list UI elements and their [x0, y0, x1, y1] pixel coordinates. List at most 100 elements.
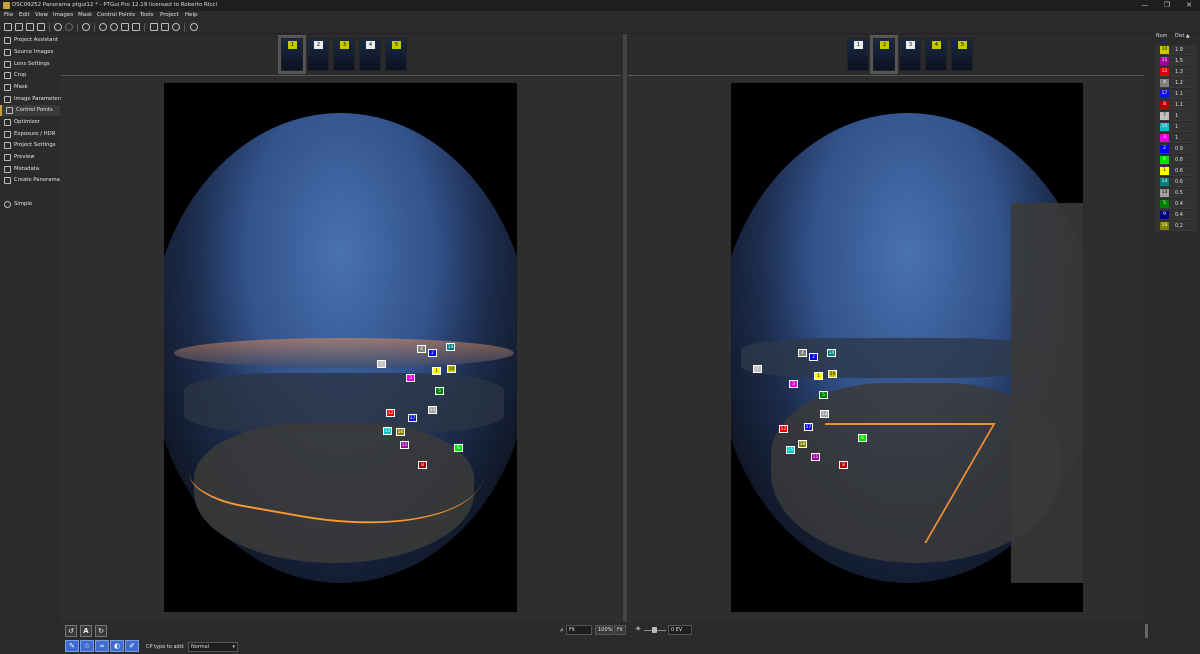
previous-image-icon[interactable]: [121, 23, 129, 31]
zoom-fit-button[interactable]: Fit: [614, 625, 626, 635]
cp-left-10[interactable]: 10: [447, 365, 456, 373]
panorama-editor-icon[interactable]: [150, 23, 158, 31]
right-thumb-3[interactable]: 3: [899, 38, 921, 71]
cp-right-11[interactable]: 11: [811, 453, 820, 461]
table-row[interactable]: 9 0.4: [1155, 210, 1197, 220]
exposure-slider-handle[interactable]: [652, 627, 657, 633]
left-thumb-1[interactable]: 1: [278, 35, 306, 74]
table-row[interactable]: 10 1.9: [1155, 45, 1197, 55]
cp-left-13[interactable]: 13: [428, 406, 437, 414]
cp-left-16[interactable]: 16: [396, 428, 405, 436]
menu-project[interactable]: Project: [160, 12, 179, 18]
left-thumb-2[interactable]: 2: [307, 38, 329, 71]
column-header-dist[interactable]: Dist ▲: [1175, 34, 1190, 42]
cp-left-11[interactable]: 11: [400, 441, 409, 449]
pick-icon[interactable]: ✐: [125, 640, 139, 652]
rotate-right-icon[interactable]: ↻: [95, 625, 107, 637]
menu-images[interactable]: Images: [53, 12, 73, 18]
save-icon[interactable]: [26, 23, 34, 31]
cp-right-5[interactable]: 5: [819, 391, 828, 399]
table-row[interactable]: 8 1.1: [1155, 100, 1197, 110]
cp-left-12[interactable]: 12: [386, 409, 395, 417]
cp-left-4[interactable]: 4: [417, 345, 426, 353]
cp-right-1[interactable]: 1: [814, 372, 823, 380]
menu-view[interactable]: View: [35, 12, 48, 18]
right-thumb-1[interactable]: 1: [847, 38, 869, 71]
star-icon[interactable]: ☆: [80, 640, 94, 652]
resize-grip[interactable]: [1145, 624, 1148, 638]
auto-text-icon[interactable]: A: [80, 625, 92, 637]
cp-right-3[interactable]: 3: [789, 380, 798, 388]
help-icon[interactable]: [190, 23, 198, 31]
table-row[interactable]: 2 0.9: [1155, 144, 1197, 154]
cp-left-8[interactable]: 8: [418, 461, 427, 469]
sidebar-item-optimizer[interactable]: Optimizer: [0, 117, 60, 128]
cp-type-select[interactable]: Normal ▾: [188, 642, 238, 652]
cp-left-2[interactable]: 2: [428, 349, 437, 357]
zoom-100-button[interactable]: 100%: [595, 625, 613, 635]
sidebar-item-lens-settings[interactable]: Lens Settings: [0, 59, 60, 70]
table-row[interactable]: 15 1: [1155, 122, 1197, 132]
menu-mask[interactable]: Mask: [78, 12, 92, 18]
close-button[interactable]: ✕: [1178, 0, 1200, 11]
maximize-button[interactable]: ❐: [1156, 0, 1178, 11]
sidebar-item-mask[interactable]: Mask: [0, 82, 60, 93]
rotate-left-icon[interactable]: ↺: [65, 625, 77, 637]
right-image-panel[interactable]: 1 2 3 4 5 4 2 14 7 1 10 3 5 13 12 17 15 …: [628, 34, 1144, 622]
cp-right-4[interactable]: 4: [798, 349, 807, 357]
table-icon[interactable]: [161, 23, 169, 31]
sidebar-item-metadata[interactable]: Metadata: [0, 164, 60, 175]
cp-right-2[interactable]: 2: [809, 353, 818, 361]
menu-help[interactable]: Help: [185, 12, 198, 18]
table-row[interactable]: 4 1.2: [1155, 78, 1197, 88]
lightbulb-icon[interactable]: [172, 23, 180, 31]
menu-control-points[interactable]: Control Points: [97, 12, 135, 18]
zoom-in-icon[interactable]: [99, 23, 107, 31]
minimize-button[interactable]: —: [1134, 0, 1156, 11]
cp-right-10[interactable]: 10: [828, 370, 837, 378]
undo-icon[interactable]: [54, 23, 62, 31]
menu-file[interactable]: File: [4, 12, 13, 18]
link-icon[interactable]: ∞: [95, 640, 109, 652]
right-thumb-4[interactable]: 4: [925, 38, 947, 71]
menu-tools[interactable]: Tools: [140, 12, 154, 18]
sidebar-item-control-points[interactable]: Control Points: [0, 105, 60, 116]
cp-right-6[interactable]: 6: [858, 434, 867, 442]
cp-right-8[interactable]: 8: [839, 461, 848, 469]
cp-left-1[interactable]: 1: [432, 367, 441, 375]
next-image-icon[interactable]: [132, 23, 140, 31]
redo-icon[interactable]: [65, 23, 73, 31]
cp-right-13[interactable]: 13: [820, 410, 829, 418]
zoom-fit-input[interactable]: Fit: [566, 625, 592, 635]
table-row[interactable]: 5 0.4: [1155, 199, 1197, 209]
open-project-icon[interactable]: [15, 23, 23, 31]
cp-left-7[interactable]: 7: [377, 360, 386, 368]
zoom-out-icon[interactable]: [110, 23, 118, 31]
right-photo[interactable]: 4 2 14 7 1 10 3 5 13 12 17 15 16 11 6 8: [731, 83, 1083, 612]
sidebar-item-crop[interactable]: Crop: [0, 70, 60, 81]
sidebar-item-project-settings[interactable]: Project Settings: [0, 140, 60, 151]
table-row[interactable]: 71: [1155, 111, 1197, 121]
sidebar-item-image-parameters[interactable]: Image Parameters: [0, 94, 63, 105]
cp-left-15[interactable]: 15: [383, 427, 392, 435]
sidebar-item-preview[interactable]: Preview: [0, 152, 60, 163]
right-thumb-2[interactable]: 2: [870, 35, 898, 74]
cp-right-7[interactable]: 7: [753, 365, 762, 373]
ev-input[interactable]: 0 EV: [668, 625, 692, 635]
table-row[interactable]: 1 0.6: [1155, 166, 1197, 176]
cp-right-16[interactable]: 16: [798, 440, 807, 448]
contrast-icon[interactable]: ◐: [110, 640, 124, 652]
sidebar-item-source-images[interactable]: Source Images: [0, 47, 60, 58]
table-row[interactable]: 17 1.1: [1155, 89, 1197, 99]
cp-left-17[interactable]: 17: [408, 414, 417, 422]
left-thumb-4[interactable]: 4: [359, 38, 381, 71]
left-image-panel[interactable]: 1 2 3 4 5 4 2 14 7 1 10 3 5 13 12 17 15 …: [61, 34, 621, 622]
cp-left-6[interactable]: 6: [454, 444, 463, 452]
table-row[interactable]: 12 1.3: [1155, 67, 1197, 77]
menu-edit[interactable]: Edit: [19, 12, 30, 18]
left-photo[interactable]: 4 2 14 7 1 10 3 5 13 12 17 15 16 11 6 8: [164, 83, 517, 612]
table-row[interactable]: 6 0.8: [1155, 155, 1197, 165]
save-as-icon[interactable]: [37, 23, 45, 31]
sidebar-item-create-panorama[interactable]: Create Panorama: [0, 175, 60, 186]
cp-left-3[interactable]: 3: [406, 374, 415, 382]
